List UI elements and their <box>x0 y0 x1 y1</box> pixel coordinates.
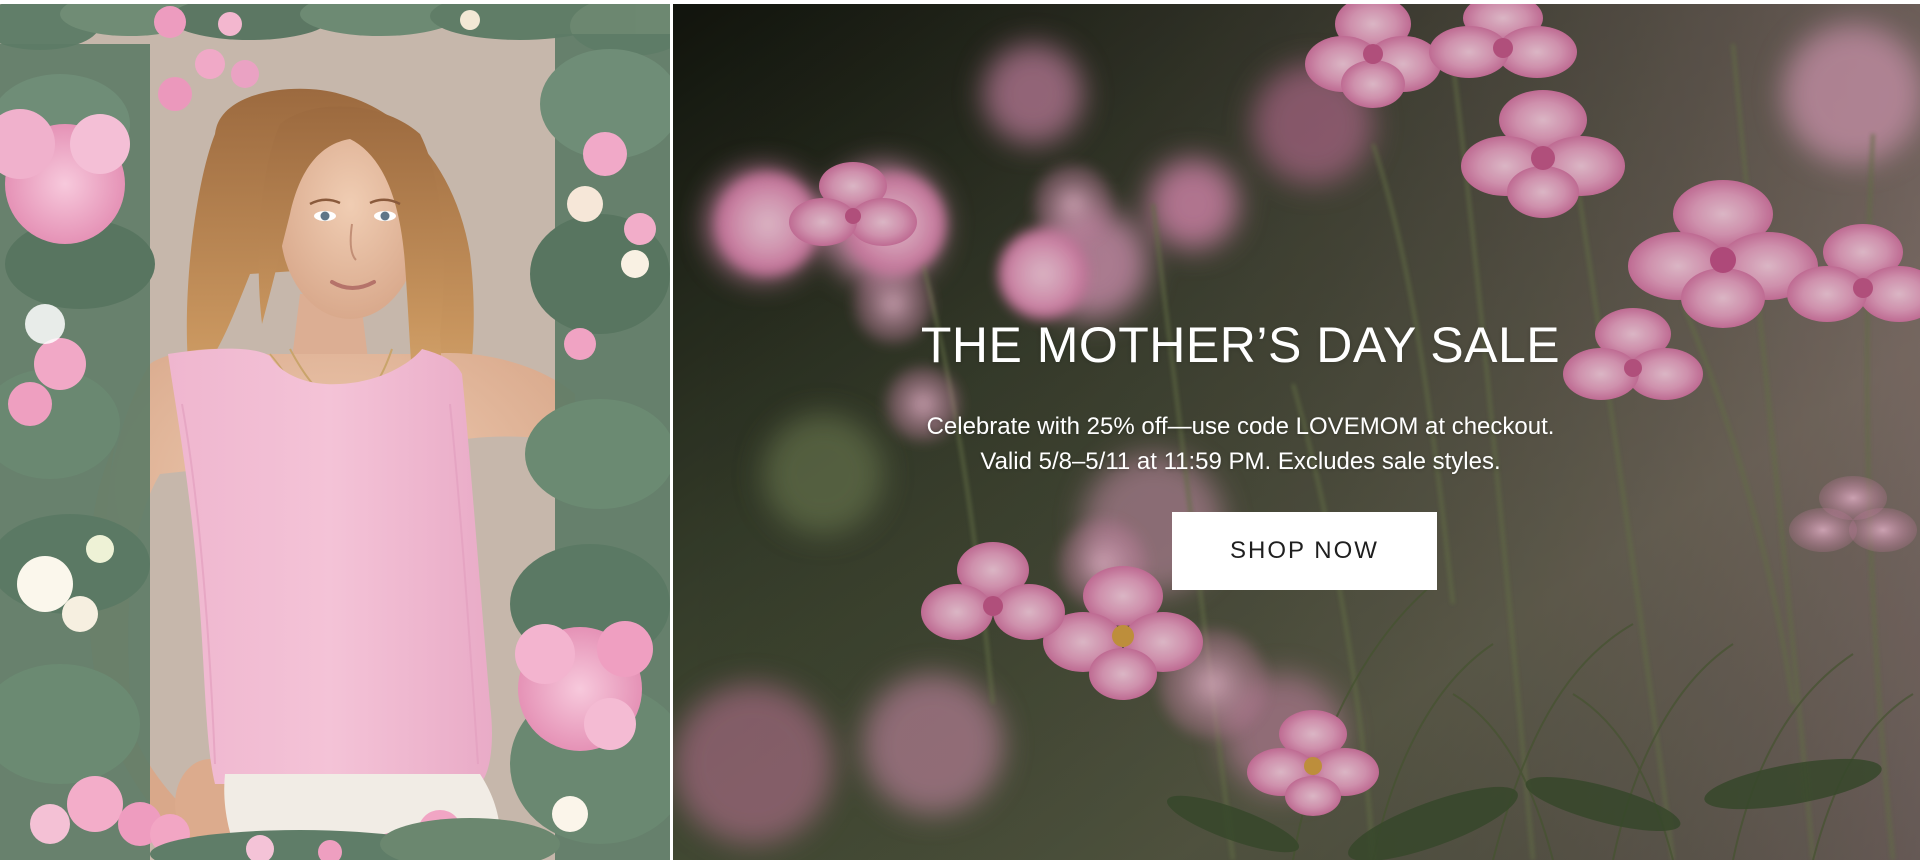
promo-headline: THE MOTHER’S DAY SALE <box>920 317 1561 373</box>
promo-description-line-2: Valid 5/8–5/11 at 11:59 PM. Excludes sal… <box>980 448 1501 475</box>
promo-description: Celebrate with 25% off—use code LOVEMOM … <box>617 409 1864 479</box>
model-floral-illustration <box>0 4 670 860</box>
model-floral-photo <box>0 4 670 860</box>
shop-now-button[interactable]: SHOP NOW <box>1172 512 1437 590</box>
hero-banner: THE MOTHER’S DAY SALE Celebrate with 25%… <box>0 0 1920 860</box>
promo-content: THE MOTHER’S DAY SALE Celebrate with 25%… <box>673 4 1920 860</box>
promo-description-line-1: Celebrate with 25% off—use code LOVEMOM … <box>926 413 1555 440</box>
